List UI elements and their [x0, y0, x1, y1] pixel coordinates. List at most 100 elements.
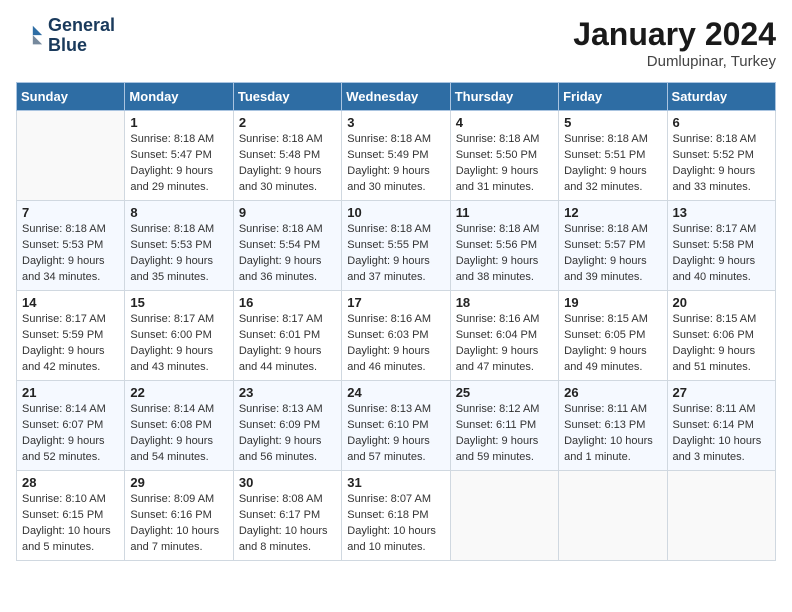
- week-row-2: 7 Sunrise: 8:18 AMSunset: 5:53 PMDaylight…: [17, 201, 776, 291]
- day-info: Sunrise: 8:17 AMSunset: 5:59 PMDaylight:…: [22, 312, 119, 376]
- calendar-cell: 4 Sunrise: 8:18 AMSunset: 5:50 PMDaylight…: [450, 111, 558, 201]
- day-info: Sunrise: 8:18 AMSunset: 5:50 PMDaylight:…: [456, 132, 553, 196]
- calendar-cell: 31Sunrise: 8:07 AMSunset: 6:18 PMDayligh…: [342, 471, 450, 561]
- day-number: 6: [673, 115, 770, 130]
- calendar-cell: 24 Sunrise: 8:13 AMSunset: 6:10 PMDayligh…: [342, 381, 450, 471]
- location: Dumlupinar, Turkey: [573, 53, 776, 70]
- day-info: Sunrise: 8:12 AMSunset: 6:11 PMDaylight:…: [456, 402, 553, 466]
- day-info: Sunrise: 8:17 AMSunset: 6:01 PMDaylight:…: [239, 312, 336, 376]
- calendar-cell: 15 Sunrise: 8:17 AMSunset: 6:00 PMDayligh…: [125, 291, 233, 381]
- day-number: 29: [130, 475, 227, 490]
- calendar-cell: [17, 111, 125, 201]
- week-row-4: 21Sunrise: 8:14 AMSunset: 6:07 PMDayligh…: [17, 381, 776, 471]
- day-number: 28: [22, 475, 119, 490]
- day-info: Sunrise: 8:18 AMSunset: 5:48 PMDaylight:…: [239, 132, 336, 196]
- day-number: 5: [564, 115, 661, 130]
- day-number: 30: [239, 475, 336, 490]
- day-info: Sunrise: 8:13 AMSunset: 6:10 PMDaylight:…: [347, 402, 444, 466]
- calendar-cell: 6 Sunrise: 8:18 AMSunset: 5:52 PMDaylight…: [667, 111, 775, 201]
- calendar-cell: 23 Sunrise: 8:13 AMSunset: 6:09 PMDayligh…: [233, 381, 341, 471]
- day-number: 20: [673, 295, 770, 310]
- day-number: 17: [347, 295, 444, 310]
- day-number: 18: [456, 295, 553, 310]
- weekday-header-sunday: Sunday: [17, 83, 125, 111]
- day-number: 31: [347, 475, 444, 490]
- day-info: Sunrise: 8:11 AMSunset: 6:13 PMDaylight:…: [564, 402, 661, 466]
- day-number: 4: [456, 115, 553, 130]
- day-info: Sunrise: 8:18 AMSunset: 5:57 PMDaylight:…: [564, 222, 661, 286]
- day-info: Sunrise: 8:11 AMSunset: 6:14 PMDaylight:…: [673, 402, 770, 466]
- day-number: 19: [564, 295, 661, 310]
- calendar-cell: 19Sunrise: 8:15 AMSunset: 6:05 PMDayligh…: [559, 291, 667, 381]
- calendar-cell: 27 Sunrise: 8:11 AMSunset: 6:14 PMDayligh…: [667, 381, 775, 471]
- day-info: Sunrise: 8:16 AMSunset: 6:03 PMDaylight:…: [347, 312, 444, 376]
- day-info: Sunrise: 8:17 AMSunset: 6:00 PMDaylight:…: [130, 312, 227, 376]
- day-info: Sunrise: 8:10 AMSunset: 6:15 PMDaylight:…: [22, 492, 119, 556]
- day-number: 14: [22, 295, 119, 310]
- calendar-cell: [559, 471, 667, 561]
- day-number: 27: [673, 385, 770, 400]
- calendar-cell: 9Sunrise: 8:18 AMSunset: 5:54 PMDaylight…: [233, 201, 341, 291]
- calendar-cell: 13 Sunrise: 8:17 AMSunset: 5:58 PMDayligh…: [667, 201, 775, 291]
- title-block: January 2024 Dumlupinar, Turkey: [573, 16, 776, 70]
- day-info: Sunrise: 8:18 AMSunset: 5:47 PMDaylight:…: [130, 132, 227, 196]
- calendar-cell: 12 Sunrise: 8:18 AMSunset: 5:57 PMDayligh…: [559, 201, 667, 291]
- day-info: Sunrise: 8:18 AMSunset: 5:53 PMDaylight:…: [130, 222, 227, 286]
- day-number: 21: [22, 385, 119, 400]
- week-row-5: 28 Sunrise: 8:10 AMSunset: 6:15 PMDayligh…: [17, 471, 776, 561]
- day-info: Sunrise: 8:18 AMSunset: 5:55 PMDaylight:…: [347, 222, 444, 286]
- calendar-cell: 22Sunrise: 8:14 AMSunset: 6:08 PMDayligh…: [125, 381, 233, 471]
- calendar-cell: 25 Sunrise: 8:12 AMSunset: 6:11 PMDayligh…: [450, 381, 558, 471]
- week-row-3: 14 Sunrise: 8:17 AMSunset: 5:59 PMDayligh…: [17, 291, 776, 381]
- day-info: Sunrise: 8:18 AMSunset: 5:56 PMDaylight:…: [456, 222, 553, 286]
- day-info: Sunrise: 8:13 AMSunset: 6:09 PMDaylight:…: [239, 402, 336, 466]
- calendar-cell: 20 Sunrise: 8:15 AMSunset: 6:06 PMDayligh…: [667, 291, 775, 381]
- calendar-cell: 2Sunrise: 8:18 AMSunset: 5:48 PMDaylight…: [233, 111, 341, 201]
- day-number: 23: [239, 385, 336, 400]
- logo-icon: [16, 22, 44, 50]
- calendar-cell: 21Sunrise: 8:14 AMSunset: 6:07 PMDayligh…: [17, 381, 125, 471]
- logo-text: General Blue: [48, 16, 115, 56]
- day-number: 16: [239, 295, 336, 310]
- logo: General Blue: [16, 16, 115, 56]
- calendar-cell: [667, 471, 775, 561]
- day-number: 7: [22, 205, 119, 220]
- day-number: 26: [564, 385, 661, 400]
- day-number: 10: [347, 205, 444, 220]
- calendar-cell: 26 Sunrise: 8:11 AMSunset: 6:13 PMDayligh…: [559, 381, 667, 471]
- month-title: January 2024: [573, 16, 776, 53]
- calendar-cell: 3 Sunrise: 8:18 AMSunset: 5:49 PMDaylight…: [342, 111, 450, 201]
- day-info: Sunrise: 8:17 AMSunset: 5:58 PMDaylight:…: [673, 222, 770, 286]
- day-number: 24: [347, 385, 444, 400]
- day-info: Sunrise: 8:18 AMSunset: 5:51 PMDaylight:…: [564, 132, 661, 196]
- day-number: 22: [130, 385, 227, 400]
- page-header: General Blue January 2024 Dumlupinar, Tu…: [16, 16, 776, 70]
- day-info: Sunrise: 8:18 AMSunset: 5:54 PMDaylight:…: [239, 222, 336, 286]
- weekday-header-friday: Friday: [559, 83, 667, 111]
- weekday-header-wednesday: Wednesday: [342, 83, 450, 111]
- day-number: 12: [564, 205, 661, 220]
- weekday-header-row: SundayMondayTuesdayWednesdayThursdayFrid…: [17, 83, 776, 111]
- day-number: 13: [673, 205, 770, 220]
- day-number: 11: [456, 205, 553, 220]
- day-info: Sunrise: 8:08 AMSunset: 6:17 PMDaylight:…: [239, 492, 336, 556]
- calendar-cell: 14 Sunrise: 8:17 AMSunset: 5:59 PMDayligh…: [17, 291, 125, 381]
- calendar-cell: 17 Sunrise: 8:16 AMSunset: 6:03 PMDayligh…: [342, 291, 450, 381]
- day-info: Sunrise: 8:18 AMSunset: 5:52 PMDaylight:…: [673, 132, 770, 196]
- day-number: 3: [347, 115, 444, 130]
- week-row-1: 1 Sunrise: 8:18 AMSunset: 5:47 PMDaylight…: [17, 111, 776, 201]
- weekday-header-monday: Monday: [125, 83, 233, 111]
- calendar-cell: 29 Sunrise: 8:09 AMSunset: 6:16 PMDayligh…: [125, 471, 233, 561]
- day-info: Sunrise: 8:09 AMSunset: 6:16 PMDaylight:…: [130, 492, 227, 556]
- calendar-cell: 8Sunrise: 8:18 AMSunset: 5:53 PMDaylight…: [125, 201, 233, 291]
- calendar-cell: 10 Sunrise: 8:18 AMSunset: 5:55 PMDayligh…: [342, 201, 450, 291]
- day-info: Sunrise: 8:15 AMSunset: 6:06 PMDaylight:…: [673, 312, 770, 376]
- day-number: 15: [130, 295, 227, 310]
- weekday-header-tuesday: Tuesday: [233, 83, 341, 111]
- day-info: Sunrise: 8:18 AMSunset: 5:49 PMDaylight:…: [347, 132, 444, 196]
- weekday-header-saturday: Saturday: [667, 83, 775, 111]
- day-info: Sunrise: 8:16 AMSunset: 6:04 PMDaylight:…: [456, 312, 553, 376]
- calendar-cell: 30 Sunrise: 8:08 AMSunset: 6:17 PMDayligh…: [233, 471, 341, 561]
- day-number: 25: [456, 385, 553, 400]
- day-number: 1: [130, 115, 227, 130]
